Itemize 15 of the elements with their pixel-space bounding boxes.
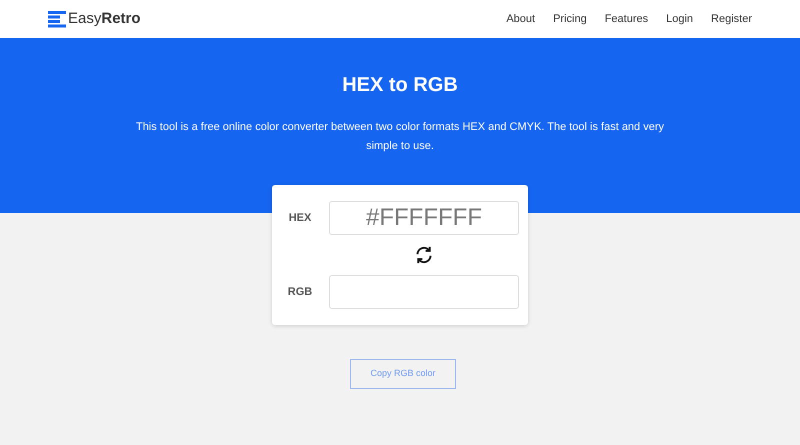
- nav-link[interactable]: Register: [711, 10, 752, 28]
- nav-link[interactable]: Pricing: [553, 10, 587, 28]
- logo-text: Retro: [101, 8, 141, 29]
- logo-icon: [48, 10, 66, 28]
- field-label: HEX: [288, 210, 312, 226]
- description: This tool is a free online color converter between two color formats HEX and CMYK. The tool is fast and very simple to use.: [135, 120, 665, 154]
- nav-link[interactable]: About: [506, 10, 536, 28]
- nav-link[interactable]: Features: [604, 10, 648, 28]
- swap-icon[interactable]: [414, 246, 434, 264]
- logo-text: Easy: [68, 8, 102, 29]
- input-field[interactable]: [329, 275, 519, 309]
- input-field[interactable]: #FFFFFFF: [329, 201, 519, 235]
- field-label: RGB: [286, 284, 314, 300]
- page-title: HEX to RGB: [342, 73, 458, 98]
- nav-link[interactable]: Login: [666, 10, 694, 28]
